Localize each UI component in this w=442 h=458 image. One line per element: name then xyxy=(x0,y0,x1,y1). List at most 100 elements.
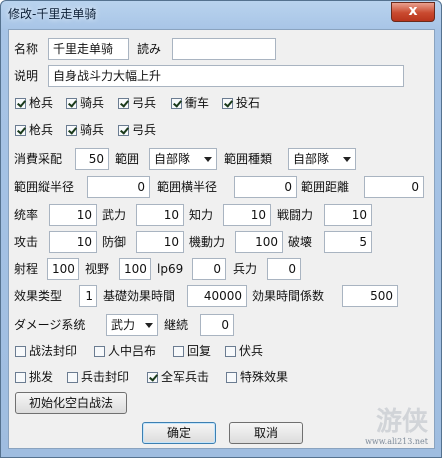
description-field[interactable]: 自身战斗力大幅上升 xyxy=(48,65,404,87)
checkbox-icon xyxy=(222,98,233,109)
checkbox-icon xyxy=(15,125,26,136)
name-label: 名称 xyxy=(14,42,39,56)
mobility-label: 機動力 xyxy=(189,235,226,249)
window-title: 修改-千里走单骑 xyxy=(8,7,97,21)
ok-button[interactable]: 确定 xyxy=(142,422,216,444)
h-radius-label: 範囲横半径 xyxy=(157,180,218,194)
checkbox-icon xyxy=(147,372,158,383)
checkbox-icon xyxy=(226,372,237,383)
check-ram-1[interactable]: 衝车 xyxy=(171,94,209,112)
dialog-client-area: 名称 千里走单骑 読み 说明 自身战斗力大幅上升 枪兵 骑兵 弓兵 衝车 投石 … xyxy=(8,29,435,449)
check-label: 投石 xyxy=(236,96,261,110)
effect-type-field[interactable]: 1 xyxy=(79,285,97,307)
check-label: 回复 xyxy=(187,344,212,358)
checkbox-icon xyxy=(15,372,26,383)
range-type-select-value: 自部隊 xyxy=(293,152,330,166)
name-field[interactable]: 千里走单骑 xyxy=(48,38,129,60)
h-radius-field[interactable]: 0 xyxy=(234,176,297,198)
check-label: 枪兵 xyxy=(29,123,54,137)
reading-field[interactable] xyxy=(172,38,276,60)
check-spear-1[interactable]: 枪兵 xyxy=(15,94,53,112)
vision-field[interactable]: 100 xyxy=(119,258,151,280)
range-select-value: 自部隊 xyxy=(154,152,191,166)
leadership-label: 统率 xyxy=(14,208,39,222)
close-button[interactable]: x xyxy=(391,2,435,22)
lp69-field[interactable]: 0 xyxy=(192,258,226,280)
combat-power-label: 戦闘力 xyxy=(277,208,314,222)
check-special-effect[interactable]: 特殊效果 xyxy=(226,368,288,386)
intelligence-field[interactable]: 10 xyxy=(223,204,271,226)
check-label: 全军兵击 xyxy=(161,370,210,384)
check-tactic-seal[interactable]: 战法封印 xyxy=(15,342,77,360)
cost-field[interactable]: 50 xyxy=(75,148,109,170)
attack-label: 攻击 xyxy=(14,235,39,249)
init-blank-tactic-button[interactable]: 初始化空白战法 xyxy=(15,392,127,414)
checkbox-icon xyxy=(66,98,77,109)
defense-field[interactable]: 10 xyxy=(136,231,184,253)
checkbox-icon xyxy=(118,98,129,109)
range-select[interactable]: 自部隊 xyxy=(149,148,217,170)
chevron-down-icon xyxy=(145,323,153,328)
check-label: 伏兵 xyxy=(239,344,264,358)
check-spear-2[interactable]: 枪兵 xyxy=(15,121,53,139)
site-watermark: 游侠 www.ali213.net xyxy=(365,401,428,446)
check-troop-seal[interactable]: 兵击封印 xyxy=(67,368,129,386)
war-field[interactable]: 10 xyxy=(136,204,184,226)
checkbox-icon xyxy=(173,346,184,357)
base-time-label: 基礎効果時間 xyxy=(103,289,176,303)
v-radius-label: 範囲縦半径 xyxy=(14,180,75,194)
checkbox-icon xyxy=(225,346,236,357)
check-label: 特殊效果 xyxy=(240,370,289,384)
damage-system-select[interactable]: 武力 xyxy=(106,314,158,336)
vision-label: 视野 xyxy=(85,262,110,276)
base-time-field[interactable]: 40000 xyxy=(187,285,247,307)
check-provoke[interactable]: 挑发 xyxy=(15,368,53,386)
check-label: 骑兵 xyxy=(80,123,105,137)
checkbox-icon xyxy=(67,372,78,383)
time-coef-label: 効果時間係数 xyxy=(252,289,325,303)
cancel-button[interactable]: 取消 xyxy=(229,422,303,444)
checkbox-icon xyxy=(171,98,182,109)
distance-field[interactable]: 0 xyxy=(364,176,424,198)
checkbox-icon xyxy=(15,98,26,109)
check-archer-1[interactable]: 弓兵 xyxy=(118,94,156,112)
chevron-down-icon xyxy=(343,157,351,162)
damage-select-value: 武力 xyxy=(111,318,136,332)
check-archer-2[interactable]: 弓兵 xyxy=(118,121,156,139)
mobility-field[interactable]: 100 xyxy=(235,231,283,253)
check-all-army-strike[interactable]: 全军兵击 xyxy=(147,368,209,386)
destroy-label: 破壊 xyxy=(288,235,313,249)
check-label: 人中吕布 xyxy=(108,344,157,358)
v-radius-field[interactable]: 0 xyxy=(87,176,150,198)
checkbox-icon xyxy=(15,346,26,357)
combat-power-field[interactable]: 10 xyxy=(324,204,372,226)
time-coef-field[interactable]: 500 xyxy=(342,285,398,307)
range-type-select[interactable]: 自部隊 xyxy=(288,148,356,170)
check-lvbu[interactable]: 人中吕布 xyxy=(94,342,156,360)
continue-label: 継続 xyxy=(164,318,189,332)
checkbox-icon xyxy=(66,125,77,136)
checkbox-icon xyxy=(118,125,129,136)
watermark-url: www.ali213.net xyxy=(365,437,428,446)
check-cavalry-1[interactable]: 骑兵 xyxy=(66,94,104,112)
check-label: 骑兵 xyxy=(80,96,105,110)
attack-field[interactable]: 10 xyxy=(49,231,97,253)
range-label: 範囲 xyxy=(115,152,140,166)
check-recover[interactable]: 回复 xyxy=(173,342,211,360)
destroy-field[interactable]: 5 xyxy=(324,231,372,253)
check-label: 挑发 xyxy=(29,370,54,384)
check-ambush[interactable]: 伏兵 xyxy=(225,342,263,360)
leadership-field[interactable]: 10 xyxy=(49,204,97,226)
check-label: 衝车 xyxy=(185,96,210,110)
continue-field[interactable]: 0 xyxy=(200,314,234,336)
check-catapult-1[interactable]: 投石 xyxy=(222,94,260,112)
troops-field[interactable]: 0 xyxy=(267,258,301,280)
check-label: 枪兵 xyxy=(29,96,54,110)
range-stat-field[interactable]: 100 xyxy=(47,258,79,280)
check-cavalry-2[interactable]: 骑兵 xyxy=(66,121,104,139)
checkbox-icon xyxy=(94,346,105,357)
check-label: 弓兵 xyxy=(132,96,157,110)
range-type-label: 範囲種類 xyxy=(224,152,273,166)
intelligence-label: 知力 xyxy=(189,208,214,222)
chevron-down-icon xyxy=(204,157,212,162)
